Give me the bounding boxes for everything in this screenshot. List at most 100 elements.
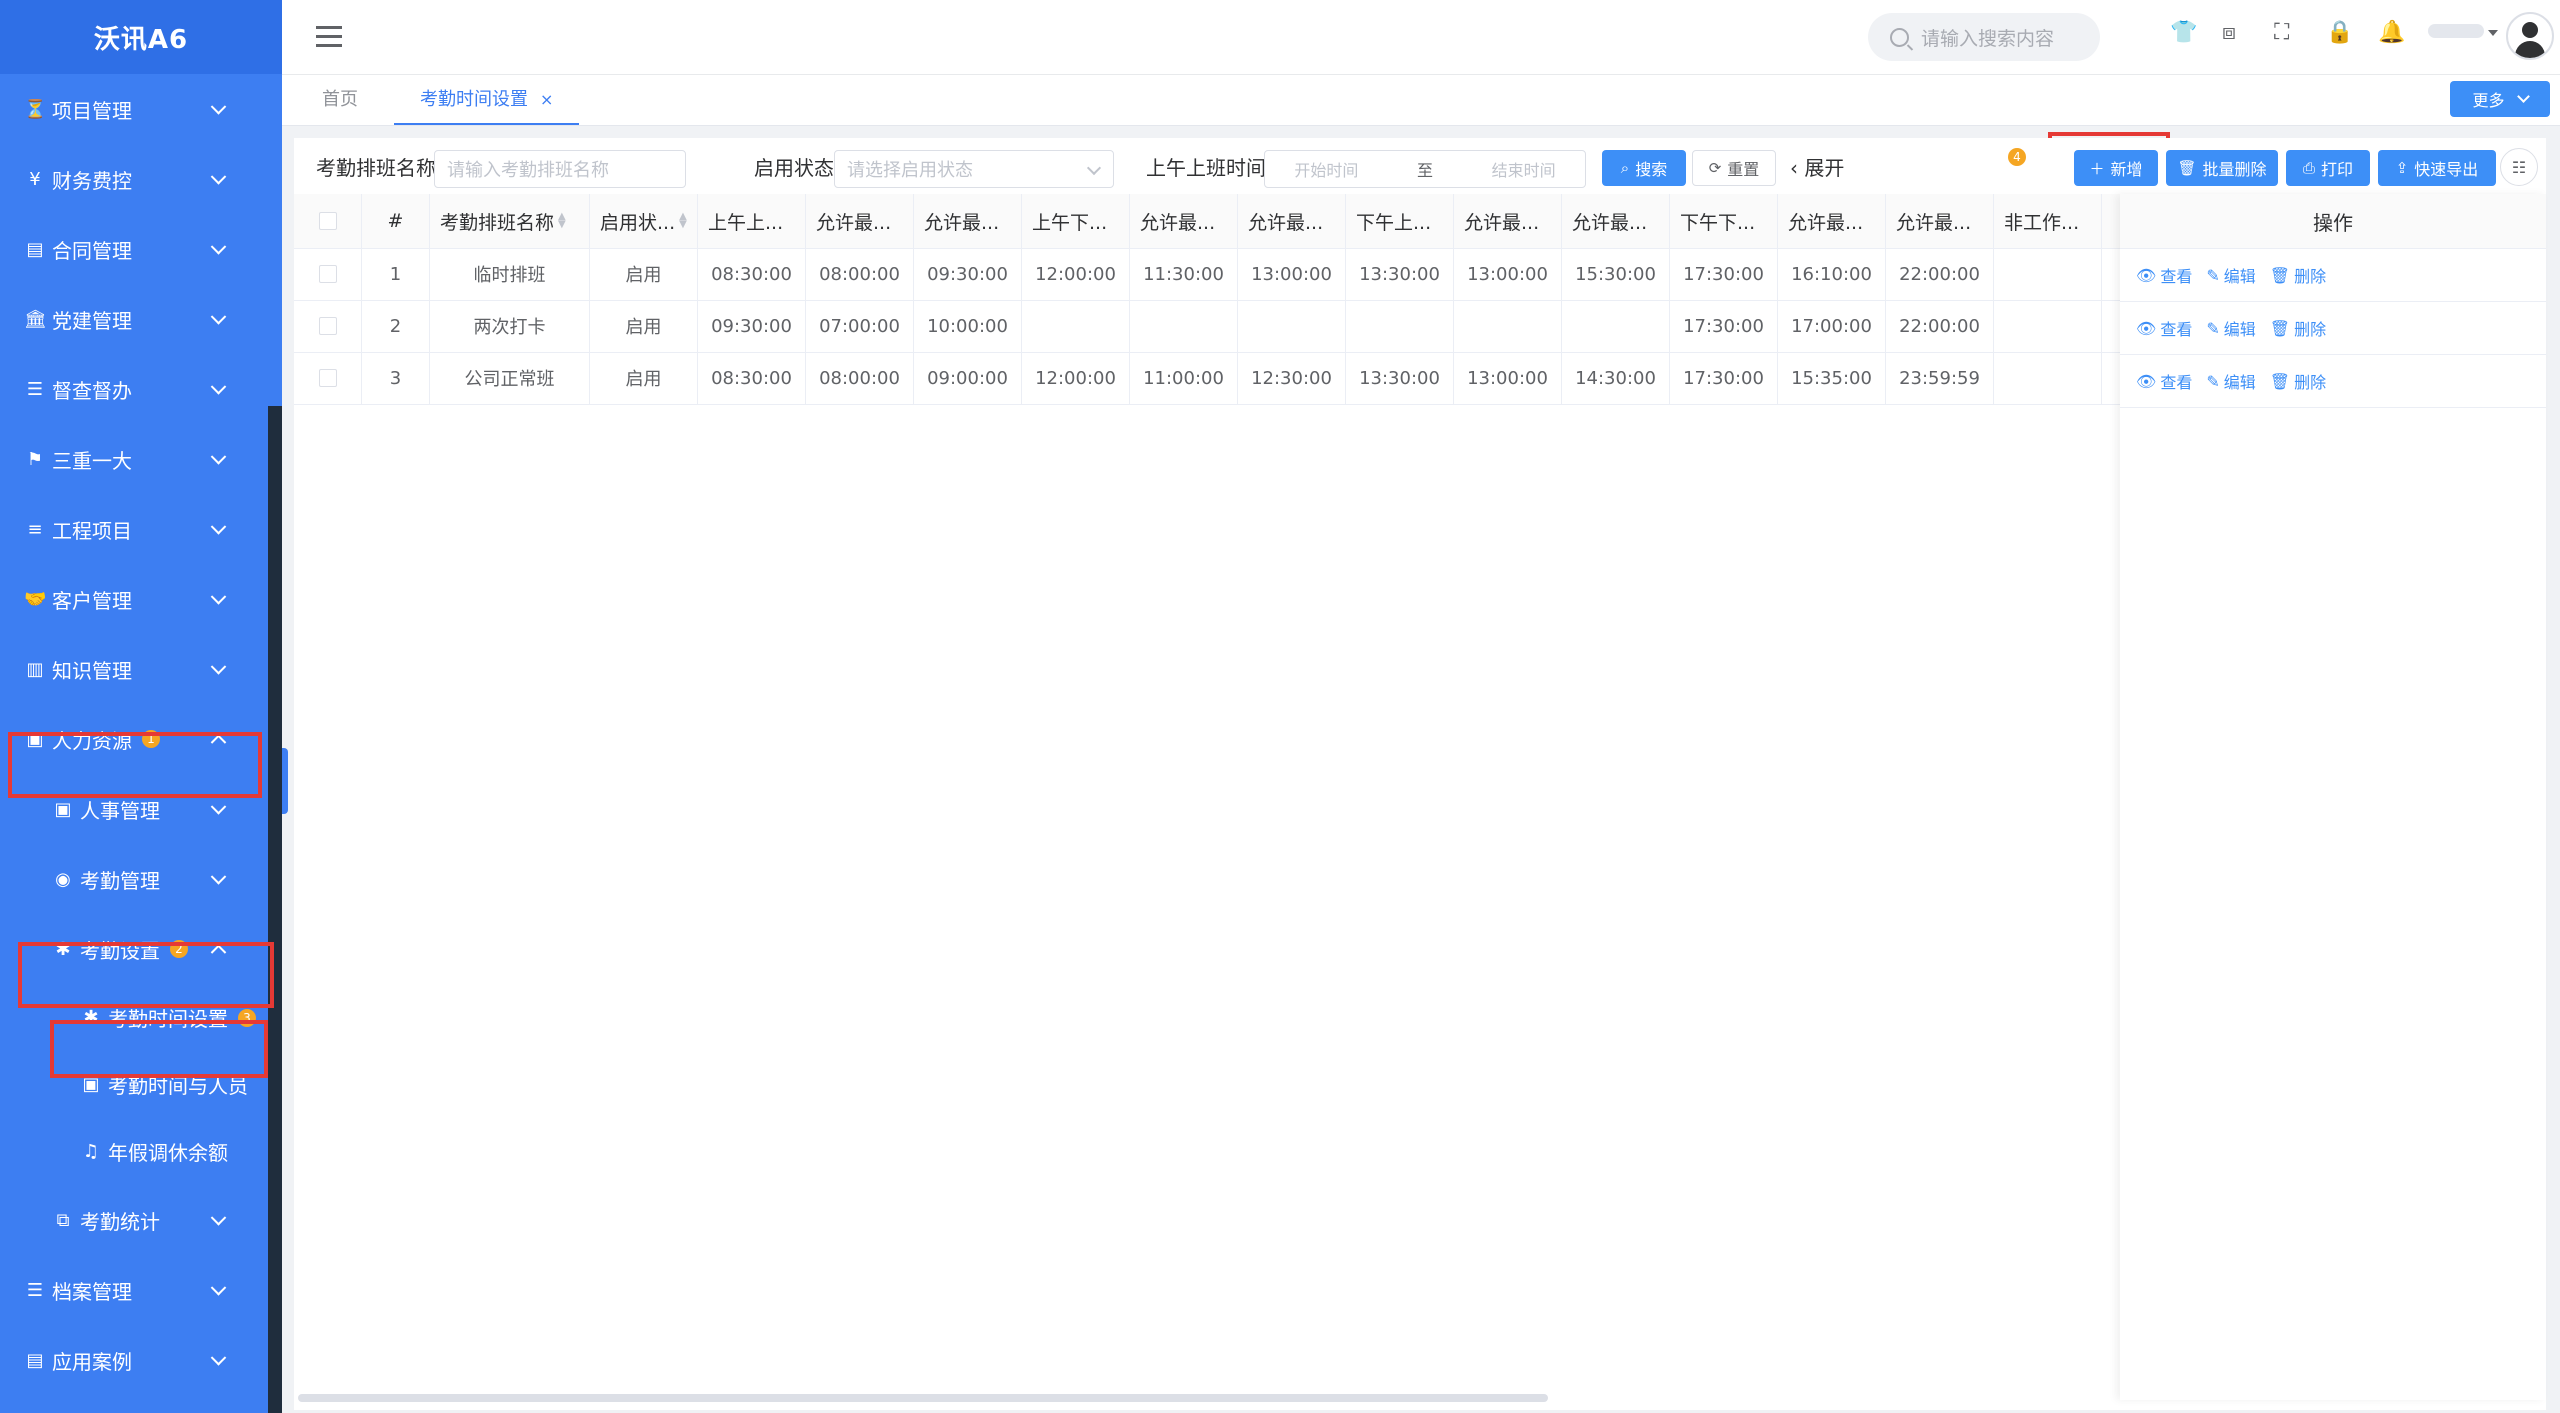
sidebar-item-16[interactable]: ⧉ 考勤统计 [0,1185,268,1255]
sidebar-item-5[interactable]: ⚑ 三重一大 [0,424,268,494]
sidebar-item-9[interactable]: ▣ 人力资源 1 [0,704,268,774]
sidebar-item-18[interactable]: ▤ 应用案例 [0,1325,268,1395]
view-button[interactable]: 👁 查看 [2136,263,2192,287]
tab-home[interactable]: 首页 [322,75,358,125]
column-header[interactable]: 允许最... [1130,194,1238,248]
column-header[interactable]: 允许最... [1886,194,1994,248]
tshirt-icon[interactable]: 👕 [2170,20,2197,45]
add-button[interactable]: ＋ 新增 [2074,150,2158,186]
column-header[interactable]: # [362,194,430,248]
close-icon[interactable]: × [540,90,553,109]
lock-icon[interactable]: 🔒 [2326,20,2353,45]
select-all-checkbox[interactable] [318,212,337,230]
column-settings-icon[interactable]: ☷ [2500,148,2538,186]
row-checkbox[interactable] [318,265,337,283]
bars-icon: ≡ [27,518,43,540]
column-header[interactable]: 上午下... [1022,194,1130,248]
more-button[interactable]: 更多 [2450,81,2550,117]
sidebar-item-11[interactable]: ◉ 考勤管理 [0,844,268,914]
search-button[interactable]: ⌕ 搜索 [1602,150,1686,186]
select-all-cell [294,194,362,248]
sidebar-item-6[interactable]: ≡ 工程项目 [0,494,268,564]
table-header-row: # 考勤排班名称 ▲ ▼ 启用状... ▲ ▼ 上午上... 允许最... 允许最... 上午下..… [294,194,2120,249]
sidebar-item-12[interactable]: ✱ 考勤设置 2 [0,914,268,984]
chevron-down-icon [210,379,227,395]
avatar[interactable] [2506,12,2554,60]
print-button[interactable]: ⎙ 打印 [2286,150,2370,186]
app-logo[interactable]: 沃讯A6 [0,0,282,74]
bell-icon[interactable]: 🔔 [2378,20,2405,45]
global-search[interactable]: 请输入搜索内容 [1868,13,2100,61]
delete-button[interactable]: 🗑 删除 [2270,263,2326,287]
column-header[interactable]: 下午上... [1346,194,1454,248]
table-row[interactable]: 1 临时排班 启用 08:30:00 08:00:00 09:30:00 12:00:00 1… [294,248,2120,301]
export-button[interactable]: ⇪ 快速导出 [2378,150,2496,186]
view-button[interactable]: 👁 查看 [2136,369,2192,393]
sidebar-item-14[interactable]: ▣ 考勤时间与人员 [0,1051,268,1118]
sidebar-scrollbar[interactable] [268,406,282,1413]
eye-icon: 👁 [2136,265,2157,285]
sidebar-collapse-handle[interactable] [282,748,288,814]
sidebar-item-label: 人事管理 [80,798,160,823]
table-cell [1454,300,1562,352]
horizontal-scrollbar[interactable] [298,1394,1548,1402]
menu-badge: 1 [142,730,160,748]
row-checkbox[interactable] [318,317,337,335]
search-button-label: 搜索 [1635,160,1668,179]
trash-icon: 🗑 [2269,371,2291,391]
column-header[interactable]: 非工作... [1994,194,2102,248]
sidebar-item-4[interactable]: ☰ 督查督办 [0,354,268,424]
column-header[interactable]: 允许最... [806,194,914,248]
column-header[interactable]: 启用状... ▲ ▼ [590,194,698,248]
delete-button[interactable]: 🗑 删除 [2270,316,2326,340]
column-header[interactable]: 允许最... [914,194,1022,248]
tab-attendance-time-settings[interactable]: 考勤时间设置 × [394,75,580,125]
list-icon: ☰ [26,1279,44,1301]
sidebar-item-2[interactable]: ▤ 合同管理 [0,214,268,284]
filter-status-select[interactable]: 请选择启用状态 [834,150,1114,188]
column-header[interactable]: 考勤排班名称 ▲ ▼ [430,194,590,248]
sort-icon[interactable]: ▲ ▼ [679,212,687,230]
edit-button[interactable]: ✎ 编辑 [2206,316,2255,340]
delete-button[interactable]: 🗑 删除 [2270,369,2326,393]
sidebar-item-10[interactable]: ▣ 人事管理 [0,774,268,844]
reset-button[interactable]: ⟳ 重置 [1692,150,1776,186]
plus-icon: ＋ [2089,159,2105,178]
column-header-label: 启用状... [600,211,676,234]
sidebar: 沃讯A6 ⏳ 项目管理 ¥ 财务费控 ▤ 合同管理 🏛 党建管理 ☰ 督查督办 ⚑ 三重一大 ≡ 工程项目… [0,0,282,1413]
edit-button[interactable]: ✎ 编辑 [2206,369,2255,393]
caret-down-icon[interactable] [2488,30,2498,36]
sort-icon[interactable]: ▲ ▼ [558,212,566,230]
sidebar-item-17[interactable]: ☰ 档案管理 [0,1255,268,1325]
column-header[interactable]: 上午上... [698,194,806,248]
column-header[interactable]: 下午下... [1670,194,1778,248]
view-button[interactable]: 👁 查看 [2136,316,2192,340]
sidebar-item-0[interactable]: ⏳ 项目管理 [0,74,268,144]
edit-button[interactable]: ✎ 编辑 [2206,263,2255,287]
column-header[interactable]: 允许最... [1562,194,1670,248]
user-name-blurred[interactable] [2428,24,2484,38]
column-header[interactable]: 允许最... [1454,194,1562,248]
print-label: 打印 [2321,160,2354,179]
chevron-down-icon [210,1210,227,1226]
column-header[interactable]: 允许最... [1778,194,1886,248]
table-cell: 2 [362,300,430,352]
column-header[interactable]: 允许最... [1238,194,1346,248]
table-row[interactable]: 2 两次打卡 启用 09:30:00 07:00:00 10:00:00 17:30:00 1… [294,300,2120,353]
table-row[interactable]: 3 公司正常班 启用 08:30:00 08:00:00 09:00:00 12:00:00… [294,352,2120,405]
hamburger-icon[interactable] [316,26,342,53]
sidebar-item-13[interactable]: ✱ 考勤时间设置 3 [0,984,268,1051]
column-header-label: 考勤排班名称 [440,211,555,234]
sidebar-item-7[interactable]: 🤝 客户管理 [0,564,268,634]
sidebar-item-3[interactable]: 🏛 党建管理 [0,284,268,354]
fullscreen-icon[interactable]: ⛶ [2274,20,2289,45]
translate-icon[interactable]: ⧈ [2222,20,2236,45]
sidebar-item-1[interactable]: ¥ 财务费控 [0,144,268,214]
sidebar-item-15[interactable]: ♫ 年假调休余额 [0,1118,268,1185]
sidebar-item-8[interactable]: ▥ 知识管理 [0,634,268,704]
expand-toggle[interactable]: ‹ 展开 [1790,152,1844,181]
batch-delete-button[interactable]: 🗑 批量删除 [2166,150,2278,186]
row-checkbox[interactable] [318,369,337,387]
filter-time-range[interactable]: 开始时间 至 结束时间 [1264,150,1586,188]
filter-name-input[interactable]: 请输入考勤排班名称 [434,150,686,188]
